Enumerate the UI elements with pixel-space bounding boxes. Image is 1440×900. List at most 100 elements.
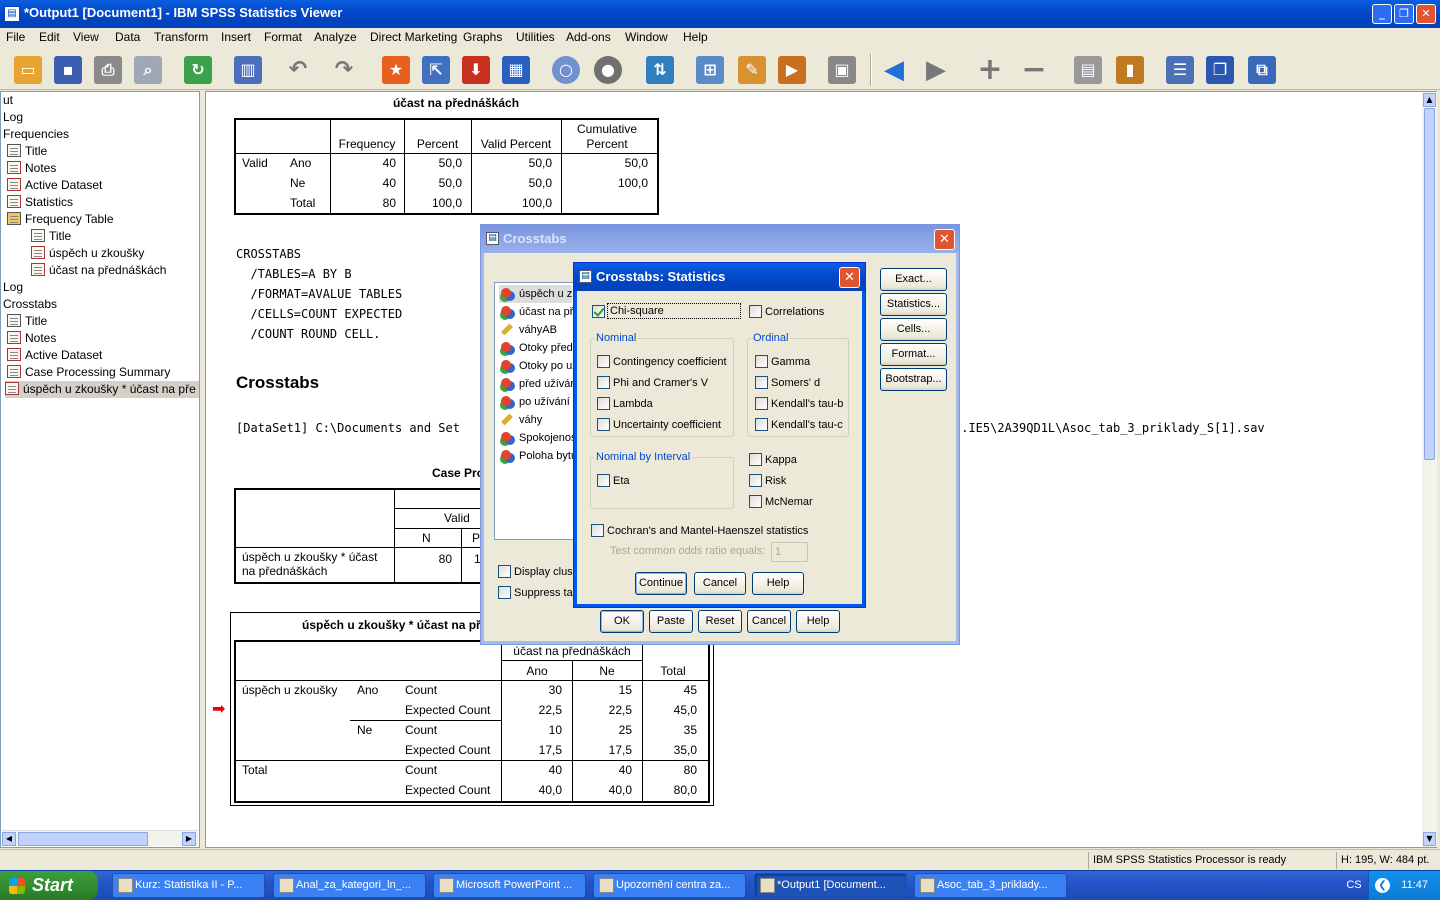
exact-button[interactable]: Exact...: [880, 268, 947, 291]
outline-ucast[interactable]: účast na přednáškách: [31, 262, 166, 279]
hscroll-thumb[interactable]: [18, 832, 148, 846]
show-icon[interactable]: ▤: [1074, 56, 1102, 84]
insert-text-icon[interactable]: ▣: [828, 56, 856, 84]
variable-item[interactable]: Otoky před: [499, 339, 573, 357]
value-labels-icon[interactable]: ●: [594, 56, 622, 84]
scroll-right-icon[interactable]: ▶: [182, 832, 196, 846]
kendall-b-checkbox[interactable]: [755, 397, 768, 410]
outline-frequency-table[interactable]: Frequency Table: [7, 211, 114, 228]
goto-data-icon[interactable]: ★: [382, 56, 410, 84]
task-output[interactable]: *Output1 [Document...: [754, 873, 907, 898]
reset-button[interactable]: Reset: [698, 610, 742, 633]
stats-help-button[interactable]: Help: [752, 572, 804, 595]
variable-item[interactable]: Poloha bytu: [499, 447, 577, 465]
outline-output[interactable]: ut: [3, 92, 13, 109]
variable-item[interactable]: váhyAB: [499, 321, 557, 339]
gamma-checkbox[interactable]: [755, 355, 768, 368]
somers-checkbox[interactable]: [755, 376, 768, 389]
menu-help[interactable]: Help: [683, 30, 708, 44]
print-preview-icon[interactable]: ⌕: [134, 56, 162, 84]
correlations-checkbox[interactable]: [749, 305, 762, 318]
minimize-button[interactable]: _: [1372, 4, 1392, 24]
menu-view[interactable]: View: [73, 30, 99, 44]
eta-checkbox[interactable]: [597, 474, 610, 487]
variable-item[interactable]: váhy: [499, 411, 542, 429]
mcnemar-checkbox[interactable]: [749, 495, 762, 508]
language-indicator[interactable]: CS: [1340, 871, 1368, 900]
variable-item[interactable]: Spokojenos: [499, 429, 577, 447]
vscroll-thumb[interactable]: [1424, 108, 1435, 460]
maximize-button[interactable]: ❐: [1394, 4, 1414, 24]
lambda-checkbox[interactable]: [597, 397, 610, 410]
outline-notes-2[interactable]: Notes: [7, 330, 56, 347]
collapse-icon[interactable]: −: [1020, 55, 1048, 85]
menu-window[interactable]: Window: [625, 30, 668, 44]
cells-button[interactable]: Cells...: [880, 318, 947, 341]
continue-button[interactable]: Continue: [635, 572, 687, 595]
menu-format[interactable]: Format: [264, 30, 302, 44]
statistics-button[interactable]: Statistics...: [880, 293, 947, 316]
stats-cancel-button[interactable]: Cancel: [694, 572, 746, 595]
kendall-c-checkbox[interactable]: [755, 418, 768, 431]
menu-analyze[interactable]: Analyze: [314, 30, 357, 44]
outline-active-dataset-2[interactable]: Active Dataset: [7, 347, 102, 364]
promote-arrow-icon[interactable]: ◀: [880, 56, 908, 84]
crosstabs-close-button[interactable]: ✕: [934, 229, 955, 250]
window-arrange-icon[interactable]: ⧉: [1248, 56, 1276, 84]
outline-hscrollbar[interactable]: ◀ ▶: [2, 830, 198, 846]
show-all-icon[interactable]: ⊞: [696, 56, 724, 84]
menu-data[interactable]: Data: [115, 30, 140, 44]
cochran-checkbox[interactable]: [591, 524, 604, 537]
scroll-up-icon[interactable]: ▲: [1423, 93, 1436, 107]
demote-arrow-icon[interactable]: ▶: [922, 56, 950, 84]
task-upozorneni[interactable]: Upozornění centra za...: [593, 873, 746, 898]
menu-file[interactable]: File: [6, 30, 25, 44]
goto-variable-icon[interactable]: ⬇: [462, 56, 490, 84]
outline-log[interactable]: Log: [3, 109, 23, 126]
risk-checkbox[interactable]: [749, 474, 762, 487]
kappa-checkbox[interactable]: [749, 453, 762, 466]
scroll-left-icon[interactable]: ◀: [2, 832, 16, 846]
phi-cramer-checkbox[interactable]: [597, 376, 610, 389]
paste-button[interactable]: Paste: [649, 610, 693, 633]
task-asoc[interactable]: Asoc_tab_3_priklady...: [914, 873, 1067, 898]
variable-item[interactable]: Otoky po uz: [499, 357, 578, 375]
select-cases-icon[interactable]: ○: [552, 56, 580, 84]
chi-square-checkbox[interactable]: [592, 305, 605, 318]
outline-crosstab-selected[interactable]: úspěch u zkoušky * účast na pře: [5, 381, 199, 398]
print-icon[interactable]: ⎙: [94, 56, 122, 84]
odds-ratio-input[interactable]: 1: [771, 542, 808, 562]
ok-button[interactable]: OK: [600, 610, 644, 633]
menu-edit[interactable]: Edit: [39, 30, 60, 44]
insert-title-icon[interactable]: ▶: [778, 56, 806, 84]
variable-item[interactable]: účast na př: [499, 303, 573, 321]
open-icon[interactable]: ▭: [14, 56, 42, 84]
export-icon[interactable]: ↻: [184, 56, 212, 84]
variables-icon[interactable]: ▦: [502, 56, 530, 84]
outline-frequencies[interactable]: Frequencies: [3, 126, 69, 143]
expand-icon[interactable]: +: [976, 55, 1004, 85]
help-button[interactable]: Help: [796, 610, 840, 633]
bootstrap-button[interactable]: Bootstrap...: [880, 368, 947, 391]
outline-notes[interactable]: Notes: [7, 160, 56, 177]
outline-title-2[interactable]: Title: [31, 228, 71, 245]
cancel-button[interactable]: Cancel: [747, 610, 791, 633]
format-button[interactable]: Format...: [880, 343, 947, 366]
outline-crosstabs[interactable]: Crosstabs: [3, 296, 57, 313]
outline-log-2[interactable]: Log: [3, 279, 23, 296]
menu-transform[interactable]: Transform: [154, 30, 208, 44]
undo-icon[interactable]: ↶: [284, 56, 312, 84]
outline-case-processing[interactable]: Case Processing Summary: [7, 364, 170, 381]
save-icon[interactable]: ▪: [54, 56, 82, 84]
menu-addons[interactable]: Add-ons: [566, 30, 611, 44]
designate-window-icon[interactable]: ⇅: [646, 56, 674, 84]
task-anal[interactable]: Anal_za_kategori_ln_...: [273, 873, 426, 898]
statistics-close-button[interactable]: ✕: [839, 267, 860, 288]
display-clustered-checkbox[interactable]: [498, 565, 511, 578]
redo-icon[interactable]: ↷: [330, 56, 358, 84]
tray-expand-icon[interactable]: ❮: [1375, 878, 1390, 893]
close-button[interactable]: ✕: [1416, 4, 1436, 24]
outline-statistics[interactable]: Statistics: [7, 194, 73, 211]
menu-utilities[interactable]: Utilities: [516, 30, 555, 44]
task-kurz[interactable]: Kurz: Statistika II - P...: [112, 873, 265, 898]
